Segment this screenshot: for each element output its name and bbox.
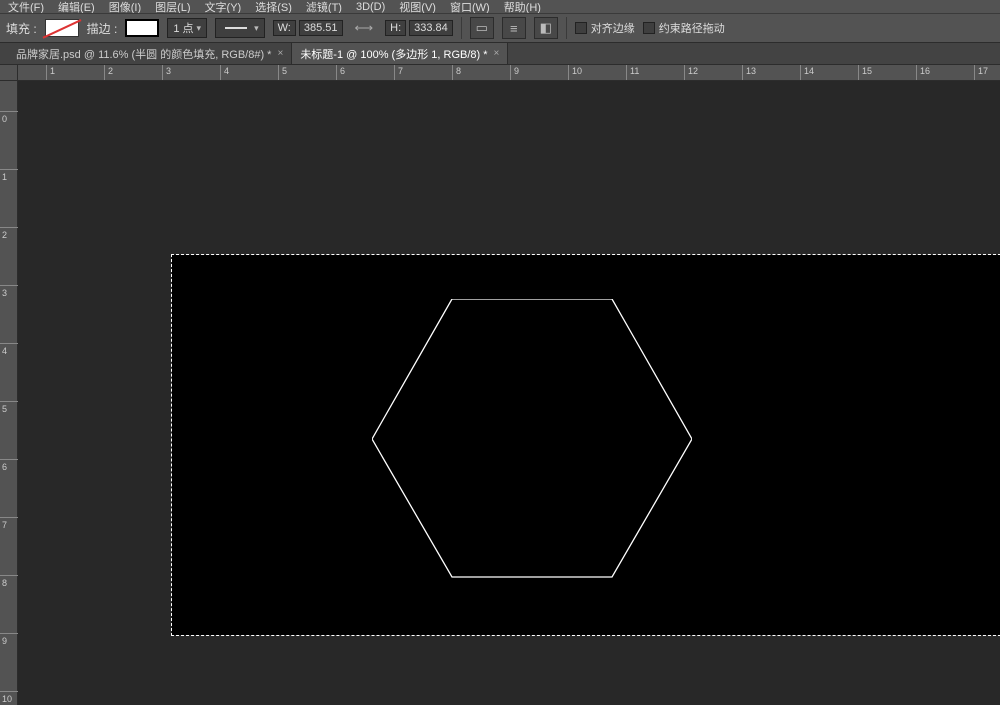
fill-label: 填充 : <box>6 20 37 37</box>
stroke-weight-value: 1 点 <box>173 20 193 36</box>
menu-layer[interactable]: 图层(L) <box>155 0 190 13</box>
link-wh-icon[interactable]: ⟷ <box>351 20 378 36</box>
separator <box>461 17 462 39</box>
separator <box>566 17 567 39</box>
path-align-button[interactable]: ≡ <box>502 17 526 39</box>
document-tabs: 品牌家居.psd @ 11.6% (半圆 的颜色填充, RGB/8#) * × … <box>0 43 1000 65</box>
tab-document-1[interactable]: 品牌家居.psd @ 11.6% (半圆 的颜色填充, RGB/8#) * × <box>8 43 292 64</box>
path-arrange-button[interactable]: ◧ <box>534 17 558 39</box>
menu-window[interactable]: 窗口(W) <box>450 0 490 13</box>
tab-label: 未标题-1 @ 100% (多边形 1, RGB/8) * <box>300 46 487 62</box>
menu-filter[interactable]: 滤镜(T) <box>306 0 342 13</box>
stroke-style-dropdown[interactable] <box>215 18 265 38</box>
checkbox-icon <box>643 22 655 34</box>
menu-help[interactable]: 帮助(H) <box>504 0 541 13</box>
stroke-swatch[interactable] <box>125 19 159 37</box>
constrain-path-checkbox[interactable]: 约束路径拖动 <box>643 20 725 36</box>
fill-swatch[interactable] <box>45 19 79 37</box>
canvas-area[interactable] <box>18 81 1000 705</box>
height-input[interactable]: 333.84 <box>409 20 453 36</box>
path-operations-button[interactable]: ▭ <box>470 17 494 39</box>
tab-label: 品牌家居.psd @ 11.6% (半圆 的颜色填充, RGB/8#) * <box>16 46 271 62</box>
align-edges-label: 对齐边缘 <box>591 20 635 36</box>
align-edges-checkbox[interactable]: 对齐边缘 <box>575 20 635 36</box>
constrain-label: 约束路径拖动 <box>659 20 725 36</box>
close-icon[interactable]: × <box>277 48 283 59</box>
menu-file[interactable]: 文件(F) <box>8 0 44 13</box>
ruler-origin[interactable] <box>0 65 18 81</box>
menu-edit[interactable]: 编辑(E) <box>58 0 95 13</box>
menu-image[interactable]: 图像(I) <box>109 0 141 13</box>
chevron-down-icon <box>197 22 202 34</box>
options-bar: 填充 : 描边 : 1 点 W: 385.51 ⟷ H: 333.84 ▭ ≡ … <box>0 13 1000 43</box>
close-icon[interactable]: × <box>494 48 500 59</box>
menu-select[interactable]: 选择(S) <box>255 0 292 13</box>
tab-document-2[interactable]: 未标题-1 @ 100% (多边形 1, RGB/8) * × <box>292 43 508 64</box>
width-input[interactable]: 385.51 <box>299 20 343 36</box>
stroke-weight-dropdown[interactable]: 1 点 <box>167 18 207 38</box>
menu-view[interactable]: 视图(V) <box>399 0 436 13</box>
menu-3d[interactable]: 3D(D) <box>356 1 385 13</box>
solid-line-icon <box>225 27 247 29</box>
menu-bar: 文件(F) 编辑(E) 图像(I) 图层(L) 文字(Y) 选择(S) 滤镜(T… <box>0 0 1000 13</box>
horizontal-ruler[interactable]: 01234567891011121314151617 <box>18 65 1000 81</box>
vertical-ruler[interactable]: 012345678910 <box>0 81 18 705</box>
width-label: W: <box>273 20 296 36</box>
menu-type[interactable]: 文字(Y) <box>205 0 242 13</box>
height-label: H: <box>385 20 406 36</box>
chevron-down-icon <box>254 22 259 34</box>
stroke-label: 描边 : <box>87 20 118 37</box>
polygon-shape[interactable] <box>372 299 692 579</box>
checkbox-icon <box>575 22 587 34</box>
